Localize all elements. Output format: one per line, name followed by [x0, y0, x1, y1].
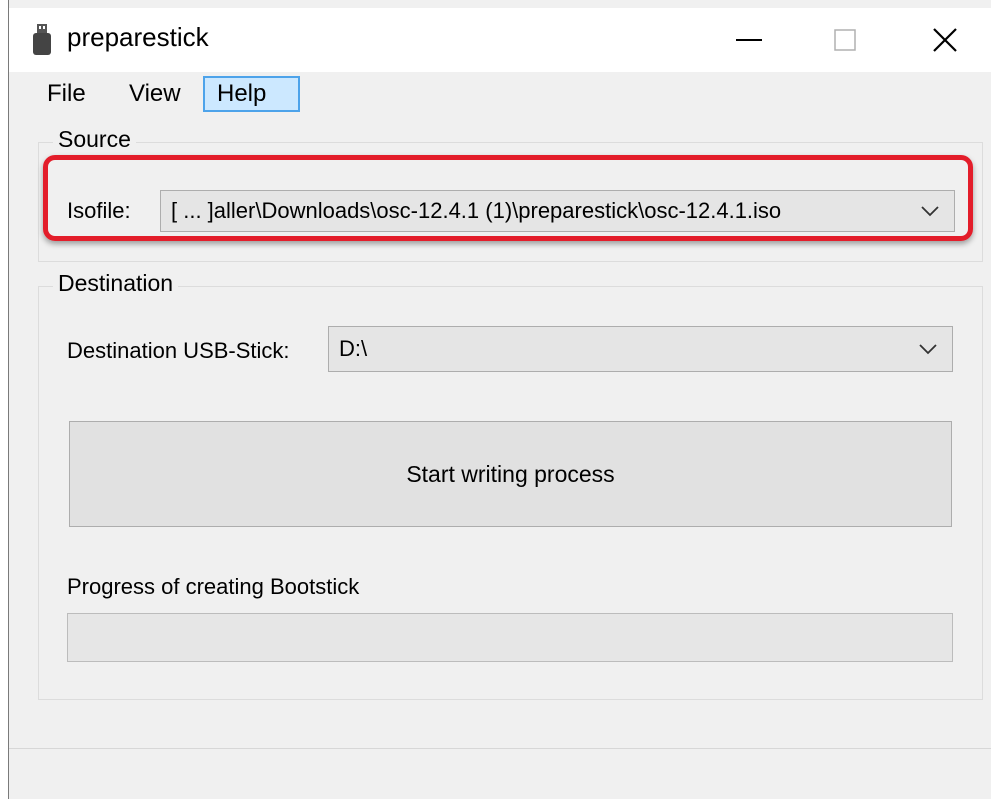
destination-group-label: Destination	[53, 270, 179, 297]
usb-stick-value: D:\	[339, 336, 368, 361]
minimize-icon	[736, 39, 762, 41]
start-writing-button[interactable]: Start writing process	[69, 421, 952, 527]
close-button[interactable]	[915, 16, 975, 64]
isofile-highlight-annotation	[43, 155, 973, 241]
progress-bar	[67, 613, 953, 662]
menu-bar: File View Help	[9, 72, 991, 118]
window-top-edge	[9, 0, 991, 8]
close-icon	[933, 28, 957, 52]
title-bar[interactable]: preparestick	[9, 8, 991, 72]
progress-label: Progress of creating Bootstick	[67, 574, 360, 599]
menu-file[interactable]: File	[35, 76, 98, 112]
source-group-label: Source	[53, 126, 136, 153]
menu-help[interactable]: Help	[203, 76, 300, 112]
window-title: preparestick	[67, 22, 209, 52]
usb-stick-label: Destination USB-Stick:	[67, 338, 290, 363]
maximize-button[interactable]	[815, 16, 875, 64]
app-window: preparestick File View Help Source Isofi…	[8, 0, 991, 799]
status-bar-divider	[9, 748, 991, 749]
usb-stick-icon	[33, 24, 51, 55]
chevron-down-icon	[919, 344, 937, 355]
usb-stick-combobox[interactable]: D:\	[328, 326, 953, 372]
maximize-icon	[834, 29, 856, 51]
minimize-button[interactable]	[719, 16, 779, 64]
menu-view[interactable]: View	[117, 76, 193, 112]
